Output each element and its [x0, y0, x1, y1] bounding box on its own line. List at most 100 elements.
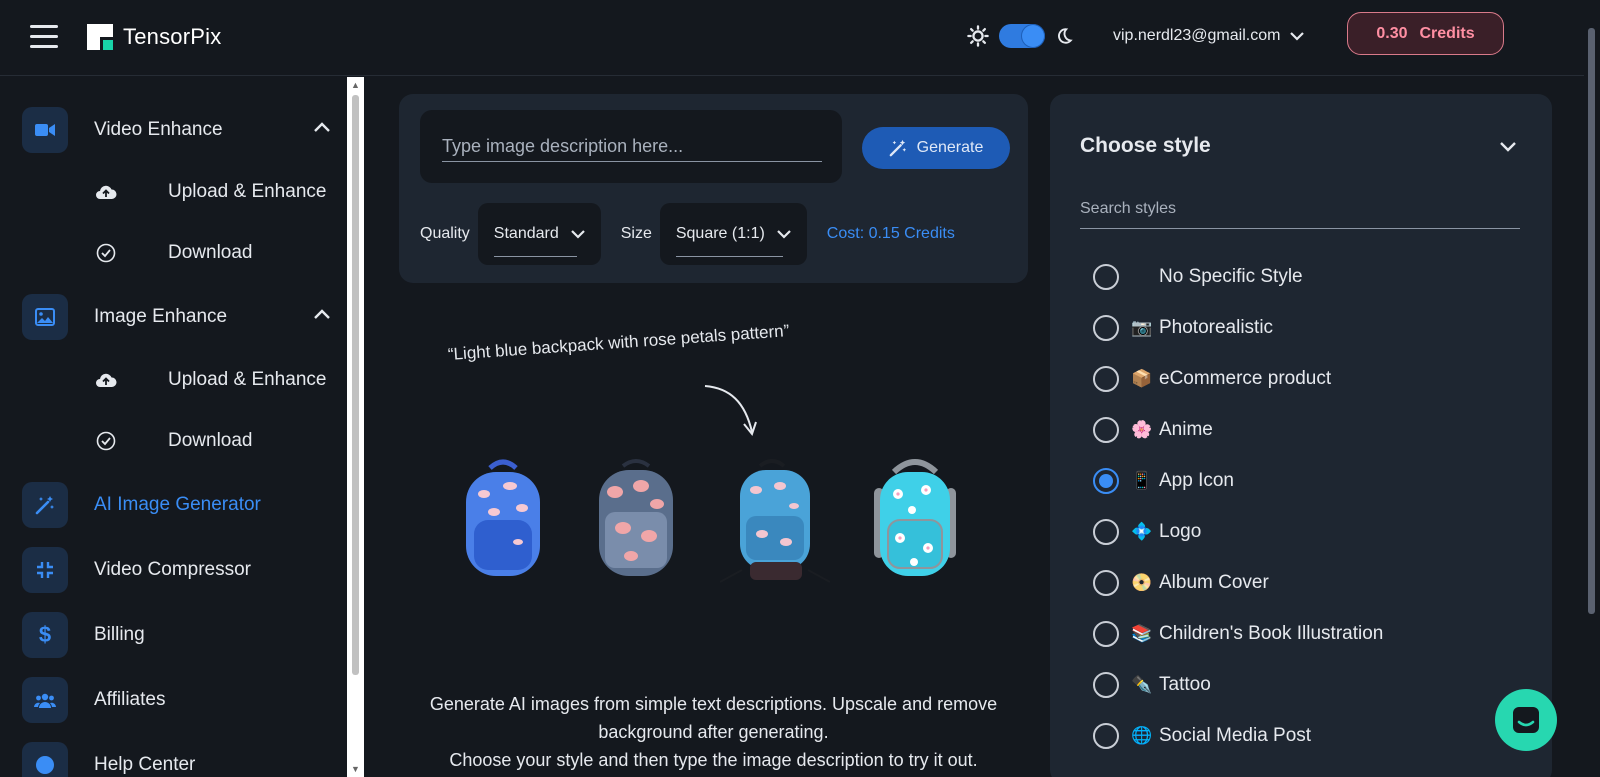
style-radio[interactable]	[1093, 519, 1119, 545]
chevron-down-icon[interactable]	[1498, 136, 1518, 156]
sidebar-item-video-download[interactable]: Download	[95, 238, 335, 268]
sidebar-item-video-enhance[interactable]: Video Enhance	[22, 107, 332, 153]
scrollbar-thumb[interactable]	[1588, 28, 1595, 614]
compress-icon	[22, 547, 68, 593]
style-option[interactable]: 📱 App Icon	[1093, 466, 1234, 496]
backpack-image-4	[874, 459, 956, 576]
cloud-upload-icon	[96, 373, 117, 387]
style-radio[interactable]	[1093, 723, 1119, 749]
style-emoji-icon: 🌸	[1131, 420, 1153, 439]
credits-button[interactable]: 0.30 Credits	[1347, 12, 1504, 55]
sidebar-item-label: Download	[168, 430, 253, 451]
chevron-down-icon	[570, 230, 585, 239]
account-menu[interactable]: vip.nerdl23@gmail.com	[1113, 27, 1305, 45]
credits-label: Credits	[1419, 24, 1475, 42]
sidebar-scrollbar[interactable]: ▲ ▼	[347, 77, 364, 777]
size-value: Square (1:1)	[675, 225, 765, 242]
check-circle-icon	[96, 431, 116, 451]
chevron-up-icon[interactable]	[312, 305, 332, 325]
style-option[interactable]: 💠 Logo	[1093, 517, 1201, 547]
style-emoji-icon: 📀	[1131, 573, 1153, 592]
style-emoji-icon: 📦	[1131, 369, 1153, 388]
style-radio[interactable]	[1093, 570, 1119, 596]
generate-label: Generate	[916, 139, 984, 156]
style-radio[interactable]	[1093, 366, 1119, 392]
style-radio[interactable]	[1093, 621, 1119, 647]
sidebar-item-label: Affiliates	[94, 689, 166, 710]
style-radio[interactable]	[1093, 417, 1119, 443]
help-icon	[22, 742, 68, 777]
scroll-up-icon[interactable]: ▲	[351, 80, 360, 90]
cost-label: Cost: 0.15 Credits	[826, 225, 955, 242]
scrollbar-thumb[interactable]	[352, 95, 359, 675]
description-line-1: Generate AI images from simple text desc…	[429, 694, 998, 742]
style-label: Anime	[1159, 419, 1213, 440]
chat-support-button[interactable]	[1495, 689, 1557, 751]
app-logo[interactable]: TensorPix	[87, 24, 221, 50]
menu-icon[interactable]	[30, 25, 58, 49]
style-label: Album Cover	[1159, 572, 1269, 593]
style-option[interactable]: 📷 Photorealistic	[1093, 313, 1273, 343]
sidebar-item-label: Help Center	[94, 754, 196, 775]
style-label: Social Media Post	[1159, 725, 1312, 746]
prompt-input[interactable]	[442, 132, 822, 162]
quality-label: Quality	[420, 225, 470, 242]
top-bar: TensorPix vip.nerdl23@gmail.com 0.30 Cre…	[0, 0, 1584, 76]
style-option[interactable]: 📀 Album Cover	[1093, 568, 1269, 598]
dollar-icon: $	[22, 612, 68, 658]
sidebar-item-ai-image-generator[interactable]: AI Image Generator	[22, 482, 332, 528]
style-emoji-icon: 📚	[1131, 624, 1153, 643]
dark-mode-toggle[interactable]	[999, 24, 1045, 48]
style-option[interactable]: No Specific Style	[1093, 262, 1303, 292]
style-option[interactable]: ✒️ Tattoo	[1093, 670, 1211, 700]
cloud-upload-icon	[96, 185, 117, 199]
style-emoji-icon: 💠	[1131, 522, 1153, 541]
style-option[interactable]: 🌐 Social Media Post	[1093, 721, 1311, 751]
logo-mark-icon	[87, 24, 113, 50]
size-select[interactable]: Square (1:1)	[659, 203, 807, 265]
description-text: Generate AI images from simple text desc…	[399, 690, 1028, 774]
chevron-up-icon[interactable]	[312, 118, 332, 138]
chevron-down-icon	[1290, 32, 1305, 41]
page-scrollbar[interactable]	[1584, 0, 1600, 777]
sidebar-item-video-compressor[interactable]: Video Compressor	[22, 547, 332, 593]
sidebar-item-video-upload[interactable]: Upload & Enhance	[95, 177, 335, 207]
style-search-input[interactable]	[1080, 189, 1520, 229]
sidebar: Video Enhance Upload & Enhance Download …	[0, 77, 350, 777]
style-option[interactable]: 📚 Children's Book Illustration	[1093, 619, 1383, 649]
prompt-card: Generate Quality Standard Size Square (1…	[399, 94, 1028, 283]
scroll-down-icon[interactable]: ▼	[351, 764, 360, 774]
account-email: vip.nerdl23@gmail.com	[1113, 27, 1281, 44]
sidebar-item-image-download[interactable]: Download	[95, 426, 335, 456]
backpack-image-1	[466, 459, 540, 576]
style-radio[interactable]	[1093, 672, 1119, 698]
style-radio[interactable]	[1093, 315, 1119, 341]
image-icon	[22, 294, 68, 340]
sidebar-item-label: AI Image Generator	[94, 494, 261, 515]
sidebar-item-billing[interactable]: $ Billing	[22, 612, 332, 658]
sidebar-item-label: Upload & Enhance	[168, 181, 327, 202]
sidebar-item-image-enhance[interactable]: Image Enhance	[22, 294, 332, 340]
style-panel-title: Choose style	[1080, 134, 1211, 157]
magic-wand-icon	[22, 482, 68, 528]
app-name: TensorPix	[123, 24, 222, 49]
sidebar-item-image-upload[interactable]: Upload & Enhance	[95, 365, 335, 395]
style-panel: Choose style No Specific Style 📷 Photoreal…	[1050, 94, 1552, 777]
example-quote: “Light blue backpack with rose petals pa…	[447, 321, 790, 364]
style-radio[interactable]	[1093, 468, 1119, 494]
style-radio[interactable]	[1093, 264, 1119, 290]
style-emoji-icon: 📷	[1131, 318, 1153, 337]
backpack-image-3	[720, 459, 830, 583]
style-label: No Specific Style	[1159, 266, 1303, 287]
quality-select[interactable]: Standard	[477, 203, 601, 265]
sidebar-item-label: Video Enhance	[94, 119, 223, 140]
sidebar-item-label: Video Compressor	[94, 559, 252, 580]
style-emoji-icon: 📱	[1131, 471, 1153, 490]
generate-button[interactable]: Generate	[862, 127, 1010, 169]
description-line-2: Choose your style and then type the imag…	[449, 750, 978, 770]
style-option[interactable]: 📦 eCommerce product	[1093, 364, 1331, 394]
style-option[interactable]: 🌸 Anime	[1093, 415, 1213, 445]
sidebar-item-label: Download	[168, 242, 253, 263]
sidebar-item-help-center[interactable]: Help Center	[22, 742, 332, 777]
sidebar-item-affiliates[interactable]: Affiliates	[22, 677, 332, 723]
